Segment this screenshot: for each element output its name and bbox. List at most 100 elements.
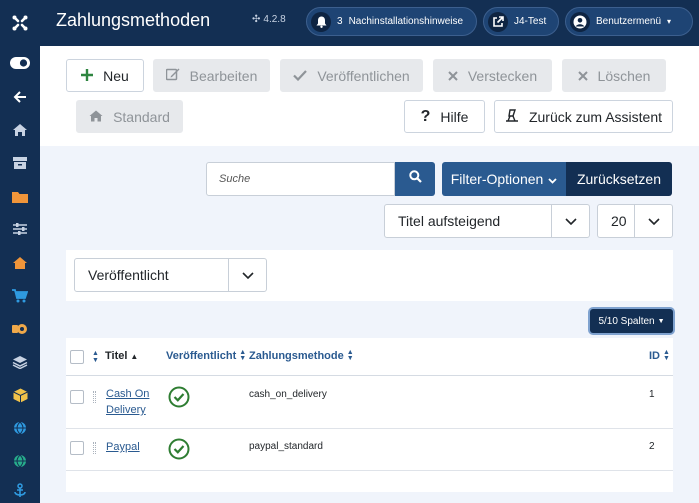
ordering-value: Titel aufsteigend <box>398 213 501 229</box>
publish-label: Veröffentlichen <box>317 67 410 84</box>
back-to-wizard-button[interactable]: Zurück zum Assistent <box>494 100 673 133</box>
back-to-wizard-label: Zurück zum Assistent <box>528 108 663 125</box>
default-button[interactable]: Standard <box>76 100 183 133</box>
header-bar: Zahlungsmethoden ✣ 4.2.8 3 Nachinstallat… <box>40 0 699 46</box>
search-placeholder: Suche <box>219 173 251 185</box>
back-arrow-icon[interactable] <box>0 82 40 112</box>
joomla-logo[interactable] <box>0 0 40 46</box>
filter-options-label: Filter-Optionen <box>450 171 544 187</box>
row-checkbox[interactable] <box>70 441 84 455</box>
row-title-line: Paypal <box>106 441 140 453</box>
row-title-link[interactable]: Cash On Delivery <box>106 386 149 418</box>
table-header: ▲ ▼ Titel ▲ Veröffentlicht ▲ ▼ Zahlungsmet… <box>66 338 673 376</box>
table-row: Cash On Delivery cash_on_delivery 1 <box>66 376 673 429</box>
ordering-select[interactable]: Titel aufsteigend <box>384 204 590 238</box>
site-link-button[interactable]: J4-Test <box>483 7 559 36</box>
chevron-down-icon <box>548 171 557 187</box>
method-header-label: Zahlungsmethode <box>249 350 344 362</box>
search-icon <box>408 170 422 188</box>
drag-handle-icon[interactable] <box>93 442 96 454</box>
method-header[interactable]: Zahlungsmethode ▲ ▼ <box>249 349 354 362</box>
unpublish-button[interactable]: Verstecken <box>433 59 552 92</box>
anchor-icon[interactable] <box>0 476 40 503</box>
layers-icon[interactable] <box>0 347 40 377</box>
sort-ordering-header[interactable]: ▲ ▼ <box>92 350 99 364</box>
edit-button[interactable]: Bearbeiten <box>153 59 270 92</box>
external-link-icon <box>488 11 508 32</box>
status-filter-select[interactable]: Veröffentlicht <box>74 258 267 292</box>
drag-handle-icon[interactable] <box>93 391 96 403</box>
globe-icon[interactable] <box>0 446 40 476</box>
columns-button[interactable]: 5/10 Spalten ▼ <box>590 309 673 333</box>
user-icon <box>570 11 590 32</box>
row-id: 1 <box>649 389 655 400</box>
new-button[interactable]: Neu <box>66 59 144 92</box>
row-title-link[interactable]: Paypal <box>106 439 140 455</box>
sort-icon: ▲ ▼ <box>663 349 670 362</box>
sort-icon: ▲ ▼ <box>239 349 247 362</box>
pay-icon[interactable] <box>0 314 40 344</box>
joomla-small-icon: ✣ <box>252 14 261 25</box>
bell-icon <box>311 11 331 32</box>
sliders-icon[interactable] <box>0 214 40 244</box>
help-button[interactable]: ? Hilfe <box>404 100 485 133</box>
page-title: Zahlungsmethoden <box>56 10 211 30</box>
sidebar <box>0 0 40 503</box>
limit-value: 20 <box>611 213 627 229</box>
payment-methods-table: ▲ ▼ Titel ▲ Veröffentlicht ▲ ▼ Zahlungsmet… <box>66 338 673 492</box>
edit-label: Bearbeiten <box>189 67 258 84</box>
row-title-line: Delivery <box>106 404 146 416</box>
user-menu-button[interactable]: Benutzermenü ▾ <box>565 7 693 36</box>
id-header-label: ID <box>649 350 660 362</box>
archive-icon[interactable] <box>0 148 40 178</box>
x-icon <box>448 68 458 84</box>
help-label: Hilfe <box>440 108 469 125</box>
id-header[interactable]: ID ▲ ▼ <box>649 349 670 362</box>
published-check-icon[interactable] <box>168 386 190 413</box>
row-id: 2 <box>649 441 655 452</box>
version-label: ✣ 4.2.8 <box>252 14 286 25</box>
x-icon <box>577 68 588 84</box>
toggle-icon[interactable] <box>0 48 40 78</box>
delete-button[interactable]: Löschen <box>562 59 666 92</box>
columns-label: 5/10 Spalten <box>598 315 655 327</box>
sort-icon: ▲ ▼ <box>92 350 99 364</box>
user-label: Benutzermenü <box>596 16 662 27</box>
published-check-icon[interactable] <box>168 438 190 465</box>
unpublish-label: Verstecken <box>467 67 538 84</box>
title-header[interactable]: Titel ▲ <box>105 350 138 362</box>
published-header[interactable]: Veröffentlicht ▲ ▼ <box>166 349 247 362</box>
row-method: cash_on_delivery <box>249 389 327 400</box>
caret-down-icon: ▼ <box>657 317 665 325</box>
check-icon <box>293 68 308 84</box>
new-label: Neu <box>103 67 129 84</box>
status-filter-value: Veröffentlicht <box>88 267 169 283</box>
folder-icon[interactable] <box>0 181 40 211</box>
reset-button[interactable]: Zurücksetzen <box>566 162 672 196</box>
store-icon[interactable] <box>0 248 40 278</box>
chevron-down-icon <box>228 259 266 291</box>
row-checkbox[interactable] <box>70 390 84 404</box>
edit-icon <box>165 67 180 84</box>
select-all-checkbox[interactable] <box>70 350 84 364</box>
chevron-down-icon: ▾ <box>667 17 672 26</box>
home-icon <box>89 109 103 125</box>
globe-icon[interactable] <box>0 413 40 443</box>
search-button[interactable] <box>395 162 435 196</box>
cart-icon[interactable] <box>0 281 40 311</box>
delete-label: Löschen <box>597 67 651 84</box>
notifications-label: Nachinstallationshinweise <box>348 16 464 27</box>
version-number: 4.2.8 <box>263 14 286 25</box>
search-input[interactable]: Suche <box>206 162 395 196</box>
notifications-button[interactable]: 3 Nachinstallationshinweise <box>306 7 477 36</box>
row-method: paypal_standard <box>249 441 323 452</box>
box-icon[interactable] <box>0 380 40 410</box>
filter-options-button[interactable]: Filter-Optionen <box>442 162 566 196</box>
plus-icon <box>81 68 94 84</box>
chevron-down-icon <box>634 205 672 237</box>
publish-button[interactable]: Veröffentlichen <box>280 59 423 92</box>
limit-select[interactable]: 20 <box>597 204 673 238</box>
default-label: Standard <box>113 108 170 125</box>
home-icon[interactable] <box>0 115 40 145</box>
sort-asc-icon: ▲ <box>130 351 139 361</box>
